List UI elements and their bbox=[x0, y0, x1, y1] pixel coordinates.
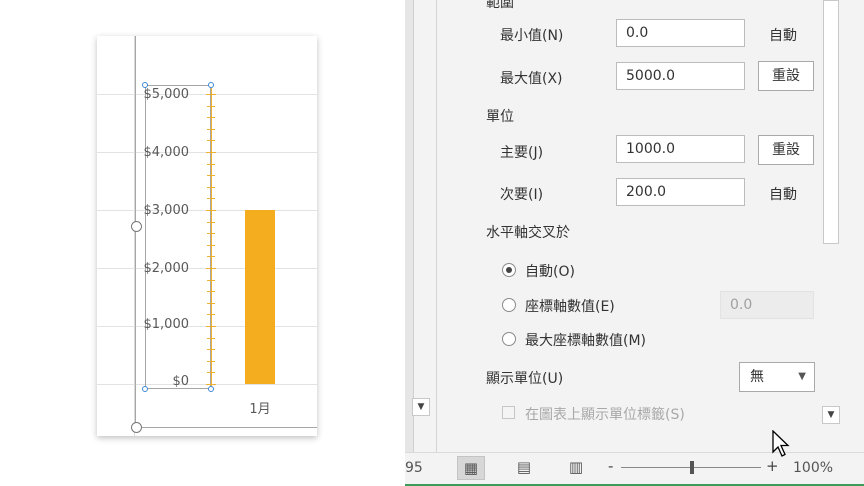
major-tick-mark bbox=[206, 94, 216, 95]
selection-handle[interactable] bbox=[208, 386, 214, 392]
crosses-max-radio[interactable] bbox=[502, 332, 516, 346]
crosses-auto-label[interactable]: 自動(O) bbox=[525, 261, 575, 281]
panel-divider bbox=[436, 0, 437, 452]
section-bounds-heading: 範圍 bbox=[486, 0, 514, 11]
section-units-heading: 單位 bbox=[486, 109, 514, 125]
status-text: 95 bbox=[405, 460, 423, 476]
scroll-down-arrow-icon[interactable]: ▼ bbox=[822, 406, 840, 424]
scroll-down-arrow-icon[interactable]: ▼ bbox=[412, 398, 430, 416]
major-reset-button[interactable]: 重設 bbox=[758, 135, 814, 165]
crosses-max-label[interactable]: 最大座標軸數值(M) bbox=[525, 330, 646, 350]
vertical-axis-line bbox=[211, 88, 212, 386]
y-tick-label: $1,000 bbox=[143, 317, 190, 332]
minor-state-text: 自動 bbox=[769, 187, 797, 203]
minor-tick-mark bbox=[207, 198, 215, 200]
minor-tick-mark bbox=[207, 302, 215, 304]
minor-tick-mark bbox=[207, 128, 215, 130]
minor-label: 次要(I) bbox=[500, 187, 544, 203]
crosses-heading: 水平軸交叉於 bbox=[486, 225, 570, 241]
min-label: 最小值(N) bbox=[500, 28, 564, 44]
minor-tick-mark bbox=[207, 349, 215, 351]
panel-left-edge bbox=[405, 0, 414, 452]
max-label: 最大值(X) bbox=[500, 71, 563, 87]
normal-view-icon[interactable]: ▦ bbox=[457, 456, 485, 480]
y-tick-label: $5,000 bbox=[143, 87, 190, 102]
max-value-input[interactable]: 5000.0 bbox=[616, 62, 745, 90]
zoom-slider-thumb[interactable] bbox=[690, 461, 694, 474]
display-units-value: 無 bbox=[750, 369, 764, 385]
max-reset-button[interactable]: 重設 bbox=[758, 61, 814, 91]
minor-tick-mark bbox=[207, 117, 215, 119]
minor-tick-mark bbox=[207, 360, 215, 362]
minor-tick-mark bbox=[207, 163, 215, 165]
minor-tick-mark bbox=[207, 233, 215, 235]
chart-area[interactable]: $5,000 $4,000 $3,000 $2,000 $1,000 $0 1月 bbox=[97, 36, 317, 436]
crosses-axis-value-input[interactable]: 0.0 bbox=[720, 291, 814, 319]
min-value-input[interactable]: 0.0 bbox=[616, 19, 745, 47]
y-tick-label: $4,000 bbox=[143, 145, 190, 160]
chevron-down-icon: ▼ bbox=[798, 371, 806, 382]
minor-tick-mark bbox=[207, 105, 215, 107]
chart-resize-handle[interactable] bbox=[131, 422, 142, 433]
zoom-level[interactable]: 100% bbox=[793, 460, 833, 476]
minor-tick-mark bbox=[207, 175, 215, 177]
y-tick-label: $0 bbox=[172, 374, 189, 389]
major-tick-mark bbox=[206, 326, 216, 327]
plot-area-border bbox=[135, 427, 317, 428]
y-tick-label: $3,000 bbox=[143, 203, 190, 218]
major-tick-mark bbox=[206, 384, 216, 385]
major-tick-mark bbox=[206, 210, 216, 211]
major-tick-mark bbox=[206, 268, 216, 269]
major-tick-mark bbox=[206, 152, 216, 153]
x-tick-label: 1月 bbox=[249, 402, 271, 417]
minor-tick-mark bbox=[207, 140, 215, 142]
show-units-label: 在圖表上顯示單位標籤(S) bbox=[525, 407, 685, 423]
minor-tick-mark bbox=[207, 291, 215, 293]
display-units-select[interactable]: 無 ▼ bbox=[739, 362, 815, 392]
display-units-label: 顯示單位(U) bbox=[486, 371, 564, 387]
minor-tick-mark bbox=[207, 256, 215, 258]
crosses-axis-value-radio[interactable] bbox=[502, 298, 516, 312]
chart-resize-handle[interactable] bbox=[131, 221, 142, 232]
panel-scrollbar-thumb[interactable] bbox=[823, 0, 839, 244]
minor-tick-mark bbox=[207, 372, 215, 374]
vertical-axis-selection[interactable] bbox=[145, 85, 211, 389]
minor-tick-mark bbox=[207, 221, 215, 223]
page-break-view-icon[interactable]: ▥ bbox=[562, 456, 590, 480]
minor-tick-mark bbox=[207, 337, 215, 339]
zoom-out-button[interactable]: - bbox=[608, 457, 613, 475]
minor-value-input[interactable]: 200.0 bbox=[616, 178, 745, 206]
data-bar[interactable] bbox=[245, 210, 275, 384]
minor-tick-mark bbox=[207, 244, 215, 246]
crosses-auto-radio[interactable] bbox=[502, 263, 516, 277]
page-layout-view-icon[interactable]: ▤ bbox=[510, 456, 538, 480]
y-tick-label: $2,000 bbox=[143, 261, 190, 276]
major-label: 主要(J) bbox=[500, 145, 544, 161]
major-value-input[interactable]: 1000.0 bbox=[616, 135, 745, 163]
mouse-pointer-icon bbox=[772, 430, 790, 457]
minor-tick-mark bbox=[207, 279, 215, 281]
minor-tick-mark bbox=[207, 186, 215, 188]
min-state-text: 自動 bbox=[769, 28, 797, 44]
minor-tick-mark bbox=[207, 314, 215, 316]
crosses-axis-value-label[interactable]: 座標軸數值(E) bbox=[525, 296, 615, 316]
show-units-checkbox[interactable] bbox=[502, 406, 515, 419]
